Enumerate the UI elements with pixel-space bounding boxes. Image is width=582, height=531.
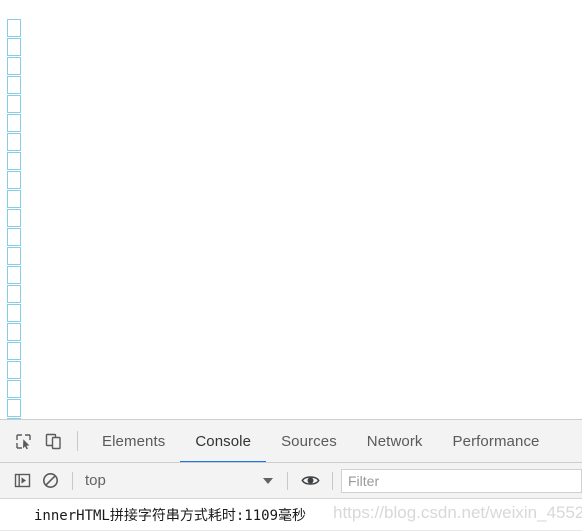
tab-performance[interactable]: Performance bbox=[438, 420, 555, 462]
page-box bbox=[7, 209, 21, 227]
tab-elements[interactable]: Elements bbox=[87, 420, 180, 462]
console-message-row[interactable]: innerHTML拼接字符串方式耗时:1109毫秒 bbox=[0, 499, 582, 531]
clear-console-icon[interactable] bbox=[36, 468, 64, 494]
page-box bbox=[7, 399, 21, 417]
page-box bbox=[7, 19, 21, 37]
console-filter-placeholder: Filter bbox=[348, 472, 380, 489]
page-box bbox=[7, 266, 21, 284]
page-box bbox=[7, 361, 21, 379]
tab-label: Network bbox=[366, 432, 423, 450]
console-toolbar: top Filter bbox=[0, 463, 582, 499]
browser-window: Elements Console Sources Network Performance bbox=[0, 0, 582, 531]
page-box bbox=[7, 285, 21, 303]
console-toolbar-divider-3 bbox=[332, 471, 333, 490]
console-sidebar-icon[interactable] bbox=[8, 468, 36, 494]
page-box bbox=[7, 171, 21, 189]
console-filter-input[interactable]: Filter bbox=[341, 468, 582, 493]
devtools-tab-list: Elements Console Sources Network Performance bbox=[87, 420, 582, 462]
live-expression-icon[interactable] bbox=[296, 468, 324, 494]
tab-label: Elements bbox=[102, 432, 166, 450]
inspect-element-icon[interactable] bbox=[8, 427, 38, 455]
console-toolbar-divider-1 bbox=[72, 471, 73, 490]
tab-label: Console bbox=[195, 432, 252, 450]
page-box bbox=[7, 323, 21, 341]
console-toolbar-divider-2 bbox=[287, 471, 288, 490]
page-box bbox=[7, 152, 21, 170]
page-box bbox=[7, 228, 21, 246]
console-context-selector[interactable]: top bbox=[81, 468, 279, 494]
toolbar-divider bbox=[77, 431, 78, 451]
page-box bbox=[7, 57, 21, 75]
devtools-panel: Elements Console Sources Network Performance bbox=[0, 419, 582, 531]
device-toolbar-icon[interactable] bbox=[38, 427, 68, 455]
chevron-down-icon bbox=[263, 477, 273, 484]
page-box bbox=[7, 38, 21, 56]
page-box-column bbox=[7, 19, 21, 419]
devtools-tabstrip: Elements Console Sources Network Performance bbox=[0, 420, 582, 463]
console-message-text: innerHTML拼接字符串方式耗时:1109毫秒 bbox=[34, 507, 307, 524]
page-box bbox=[7, 304, 21, 322]
tab-label: Sources bbox=[281, 432, 337, 450]
page-box bbox=[7, 342, 21, 360]
page-box bbox=[7, 133, 21, 151]
page-box bbox=[7, 95, 21, 113]
tab-network[interactable]: Network bbox=[352, 420, 438, 462]
console-message-list: innerHTML拼接字符串方式耗时:1109毫秒 bbox=[0, 499, 582, 531]
page-box bbox=[7, 247, 21, 265]
page-box bbox=[7, 190, 21, 208]
tab-label: Performance bbox=[452, 432, 540, 450]
tab-sources[interactable]: Sources bbox=[266, 420, 352, 462]
page-box bbox=[7, 380, 21, 398]
page-box bbox=[7, 114, 21, 132]
page-box bbox=[7, 76, 21, 94]
console-context-value: top bbox=[85, 472, 106, 489]
page-viewport bbox=[0, 0, 582, 419]
tab-console[interactable]: Console bbox=[180, 420, 266, 462]
